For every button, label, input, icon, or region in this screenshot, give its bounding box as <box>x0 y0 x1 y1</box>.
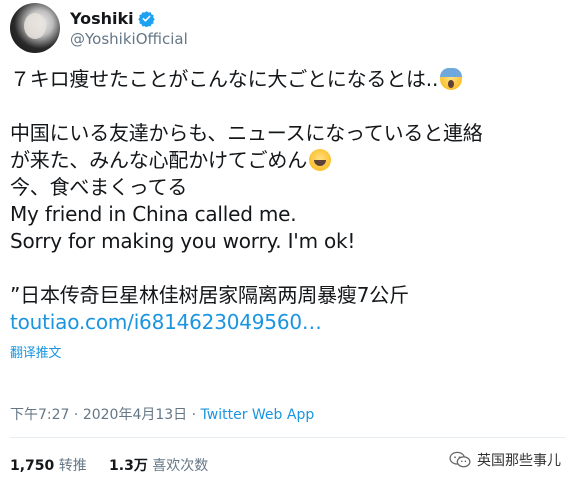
tweet-meta: 下午7:27 · 2020年4月13日 · Twitter Web App <box>10 404 314 424</box>
retweet-label: 转推 <box>58 458 87 474</box>
divider <box>10 437 565 438</box>
author-names: Yoshiki @YoshikiOfficial <box>70 9 188 48</box>
tweet-line-2: 中国にいる友達からも、ニュースになっていると連絡 <box>10 121 483 145</box>
tweet-date[interactable]: 2020年4月13日 <box>83 407 187 423</box>
translate-tweet-link[interactable]: 翻译推文 <box>10 340 61 367</box>
tweet-time[interactable]: 下午7:27 <box>10 407 69 423</box>
grinning-squinting-face-icon <box>309 149 331 171</box>
retweet-count: 1,750 <box>10 458 55 474</box>
tweet-card: Yoshiki @YoshikiOfficial ７キロ痩せたことがこんなに大ご… <box>0 0 579 483</box>
tweet-line-5: My friend in China called me. <box>10 202 297 226</box>
verified-badge-icon <box>137 10 155 27</box>
display-name[interactable]: Yoshiki <box>70 9 134 28</box>
like-label: 喜欢次数 <box>152 458 209 474</box>
tweet-stats: 1,750 转推 1.3万 喜欢次数 <box>10 455 208 475</box>
paragraph-gap-2 <box>10 255 565 282</box>
avatar[interactable] <box>10 3 60 53</box>
tweet-line-6: Sorry for making you worry. I'm ok! <box>10 229 356 253</box>
like-count: 1.3万 <box>109 458 148 474</box>
watermark: 英国那些事儿 <box>449 450 561 470</box>
tweet-line-1: ７キロ痩せたことがこんなに大ごとになるとは.. <box>10 66 565 93</box>
meta-separator: · <box>187 407 201 423</box>
tweet-line-3: が来た、みんな心配かけてごめん <box>10 147 565 174</box>
tweet-line-7: ”日本传奇巨星林佳树居家隔离两周暴瘦7公斤 <box>10 283 409 307</box>
retweet-stat[interactable]: 1,750 转推 <box>10 458 87 474</box>
watermark-label: 英国那些事儿 <box>477 453 561 469</box>
tweet-source[interactable]: Twitter Web App <box>201 407 315 423</box>
face-screaming-in-fear-icon <box>440 68 463 90</box>
tweet-link-line: toutiao.com/i6814623049560… <box>10 309 565 336</box>
tweet-text: ７キロ痩せたことがこんなに大ごとになるとは.. 中国にいる友達からも、ニュースに… <box>10 66 565 367</box>
tweet-line-3-text: が来た、みんな心配かけてごめん <box>10 148 307 172</box>
name-row: Yoshiki <box>70 9 188 28</box>
wechat-icon <box>449 451 471 468</box>
meta-separator: · <box>69 407 83 423</box>
tweet-line-1-text: ７キロ痩せたことがこんなに大ごとになるとは.. <box>10 67 439 91</box>
tweet-line-4: 今、食べまくってる <box>10 175 188 199</box>
tweet-header: Yoshiki @YoshikiOfficial <box>10 0 565 56</box>
tweet-link[interactable]: toutiao.com/i6814623049560… <box>10 310 322 334</box>
like-stat[interactable]: 1.3万 喜欢次数 <box>109 458 208 474</box>
user-handle[interactable]: @YoshikiOfficial <box>70 30 188 48</box>
